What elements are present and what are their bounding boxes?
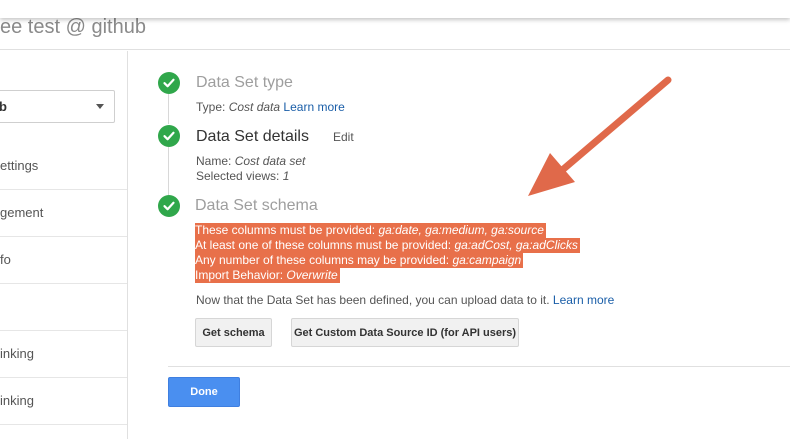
atleast-label: At least one of these columns must be pr… — [195, 238, 452, 252]
check-circle-icon — [158, 72, 180, 94]
sidebar-item-label: inking — [0, 393, 34, 408]
atleast-value: ga:adCost, ga:adClicks — [454, 238, 578, 252]
view-selector-value: b — [0, 99, 7, 114]
edit-link[interactable]: Edit — [333, 130, 354, 144]
check-circle-icon — [158, 125, 180, 147]
behavior-value: Overwrite — [286, 268, 338, 282]
sidebar: b ettings gement fo inking inking — [0, 51, 128, 439]
required-value: ga:date, ga:medium, ga:source — [378, 223, 544, 237]
get-custom-data-source-id-button[interactable]: Get Custom Data Source ID (for API users… — [291, 318, 519, 347]
learn-more-link[interactable]: Learn more — [283, 100, 344, 114]
sidebar-item-label: fo — [0, 252, 11, 267]
views-label: Selected views: — [196, 169, 280, 183]
get-schema-button[interactable]: Get schema — [195, 318, 272, 347]
type-line: Type: Cost data Learn more — [196, 100, 345, 114]
sidebar-list: ettings gement fo inking inking — [0, 143, 127, 425]
sidebar-item-linking-2[interactable]: inking — [0, 378, 127, 425]
sidebar-item-settings[interactable]: ettings — [0, 143, 127, 190]
divider — [168, 366, 790, 367]
schema-requirements: These columns must be provided: ga:date,… — [195, 223, 580, 283]
atleast-columns-line: At least one of these columns must be pr… — [195, 238, 580, 253]
required-label: These columns must be provided: — [195, 223, 376, 237]
any-columns-line: Any number of these columns may be provi… — [195, 253, 524, 268]
page: ee test @ github b ettings gement fo ink… — [0, 0, 790, 439]
top-bar — [0, 0, 790, 18]
views-line: Selected views: 1 — [196, 169, 289, 183]
chevron-down-icon — [96, 104, 104, 109]
upload-info-text: Now that the Data Set has been defined, … — [196, 293, 550, 307]
required-columns-line: These columns must be provided: ga:date,… — [195, 223, 546, 238]
done-button[interactable]: Done — [168, 377, 240, 407]
any-value: ga:campaign — [452, 253, 522, 267]
name-label: Name: — [196, 154, 232, 168]
property-title: ee test @ github — [0, 16, 146, 38]
step-connector — [168, 147, 169, 195]
behavior-label: Import Behavior: — [195, 268, 284, 282]
view-selector[interactable]: b — [0, 90, 115, 123]
sidebar-item-label: ettings — [0, 158, 39, 173]
step-title-schema: Data Set schema — [195, 197, 318, 214]
any-label: Any number of these columns may be provi… — [195, 253, 450, 267]
learn-more-link[interactable]: Learn more — [553, 293, 614, 307]
step-connector — [168, 94, 169, 124]
sidebar-item-label: inking — [0, 346, 34, 361]
sidebar-item-linking-1[interactable]: inking — [0, 331, 127, 378]
sidebar-item-label: gement — [0, 205, 44, 220]
check-circle-icon — [158, 195, 180, 217]
upload-info-line: Now that the Data Set has been defined, … — [196, 293, 614, 307]
type-label: Type: — [196, 100, 226, 114]
name-value: Cost data set — [234, 154, 306, 168]
type-value: Cost data — [228, 100, 281, 114]
import-behavior-line: Import Behavior: Overwrite — [195, 268, 340, 283]
sidebar-item-management[interactable]: gement — [0, 190, 127, 237]
sidebar-item-empty[interactable] — [0, 284, 127, 331]
header: ee test @ github — [0, 16, 790, 50]
views-value: 1 — [282, 169, 290, 183]
step-title-details: Data Set details — [196, 128, 309, 145]
name-line: Name: Cost data set — [196, 154, 305, 168]
step-title-type: Data Set type — [196, 74, 293, 91]
sidebar-item-info[interactable]: fo — [0, 237, 127, 284]
